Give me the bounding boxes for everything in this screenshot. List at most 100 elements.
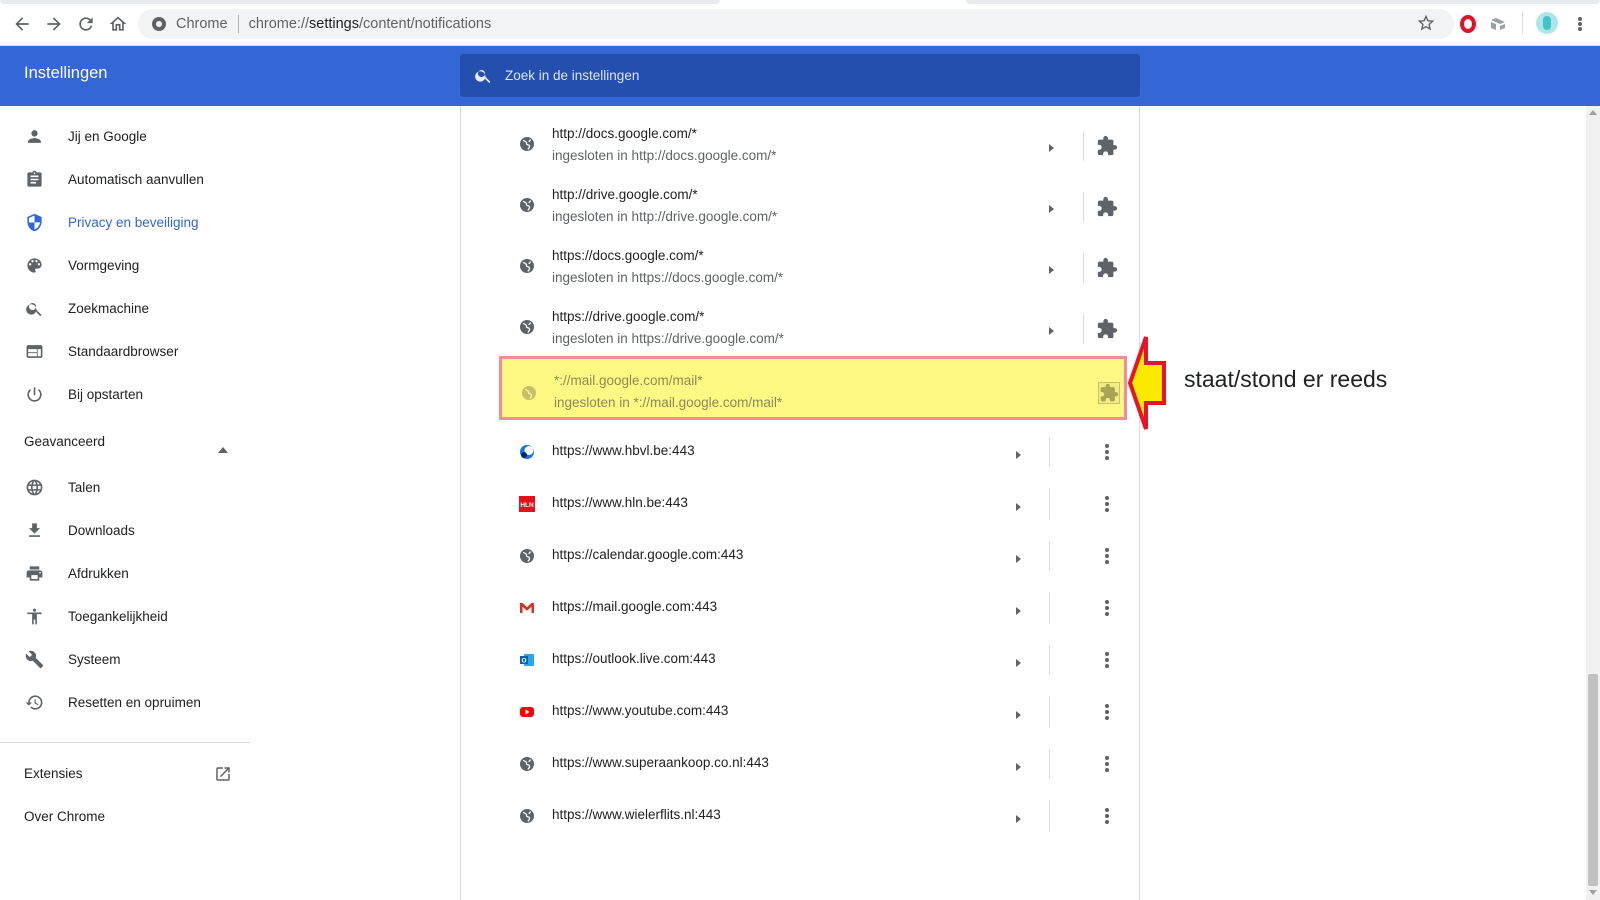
more-actions-button[interactable]	[1097, 546, 1117, 566]
toolbar-divider	[1522, 12, 1523, 34]
menu-dot	[1105, 502, 1109, 506]
sidebar-item-search-engine[interactable]: Zoekmachine	[0, 288, 250, 328]
list-item[interactable]: https://docs.google.com/* ingesloten in …	[461, 238, 1141, 298]
puzzle-extension-icon[interactable]	[1098, 382, 1120, 404]
scroll-down-arrow-icon[interactable]	[1589, 890, 1597, 895]
puzzle-extension-icon[interactable]	[1096, 257, 1118, 279]
menu-dot	[1105, 600, 1109, 604]
scroll-up-arrow-icon[interactable]	[1589, 110, 1597, 115]
profile-avatar[interactable]	[1536, 12, 1558, 34]
puzzle-extension-icon[interactable]	[1096, 318, 1118, 340]
sidebar-item-label: Toegankelijkheid	[68, 608, 168, 624]
sidebar: Jij en Google Automatisch aanvullen Priv…	[0, 106, 250, 900]
scrollbar-thumb[interactable]	[1588, 674, 1598, 886]
hbvl-icon	[519, 444, 535, 460]
site-info-icon[interactable]	[152, 17, 166, 31]
list-item[interactable]: https://www.youtube.com:443	[461, 686, 1141, 738]
expand-arrow-icon[interactable]	[1013, 811, 1023, 823]
sidebar-item-label: Talen	[68, 479, 101, 495]
search-input[interactable]	[505, 68, 1105, 83]
sidebar-item-label: Systeem	[68, 651, 121, 667]
power-icon	[24, 384, 44, 404]
sidebar-item-privacy[interactable]: Privacy en beveiliging	[0, 202, 250, 242]
sidebar-item-on-startup[interactable]: Bij opstarten	[0, 374, 250, 414]
site-url: https://docs.google.com/*	[552, 248, 704, 263]
extension-icon[interactable]	[1490, 17, 1506, 31]
more-actions-button[interactable]	[1097, 598, 1117, 618]
list-item[interactable]: http://docs.google.com/* ingesloten in h…	[461, 116, 1141, 176]
sidebar-item-system[interactable]: Systeem	[0, 639, 250, 679]
forward-button[interactable]	[41, 11, 67, 37]
collapse-arrow-icon[interactable]	[218, 440, 228, 453]
more-actions-button[interactable]	[1097, 754, 1117, 774]
row-divider	[1049, 749, 1050, 779]
sidebar-item-printing[interactable]: Afdrukken	[0, 553, 250, 593]
expand-arrow-icon[interactable]	[1046, 262, 1056, 274]
site-embedded-text: ingesloten in http://docs.google.com/*	[552, 148, 777, 163]
opera-extension-icon[interactable]	[1460, 15, 1476, 33]
sidebar-item-extensions[interactable]: Extensies	[24, 766, 83, 781]
sidebar-item-you-and-google[interactable]: Jij en Google	[0, 116, 250, 156]
menu-dot	[1578, 16, 1582, 21]
expand-arrow-icon[interactable]	[1013, 551, 1023, 563]
sidebar-item-languages[interactable]: Talen	[0, 467, 250, 507]
sidebar-item-reset[interactable]: Resetten en opruimen	[0, 682, 250, 722]
home-button[interactable]	[105, 11, 131, 37]
expand-arrow-icon[interactable]	[1013, 707, 1023, 719]
advanced-heading[interactable]: Geavanceerd	[24, 434, 105, 449]
more-actions-button[interactable]	[1097, 650, 1117, 670]
more-actions-button[interactable]	[1097, 494, 1117, 514]
reload-button[interactable]	[73, 11, 99, 37]
download-icon	[24, 520, 44, 540]
list-item[interactable]: https://mail.google.com:443	[461, 582, 1141, 634]
settings-search[interactable]	[460, 54, 1140, 97]
highlighted-site-row[interactable]: *://mail.google.com/mail* ingesloten in …	[499, 356, 1127, 420]
list-item[interactable]: O https://outlook.live.com:443	[461, 634, 1141, 686]
sidebar-item-default-browser[interactable]: Standaardbrowser	[0, 331, 250, 371]
accessibility-icon	[24, 606, 44, 626]
list-item[interactable]: https://www.wielerflits.nl:443	[461, 790, 1141, 842]
puzzle-extension-icon[interactable]	[1096, 135, 1118, 157]
expand-arrow-icon[interactable]	[1013, 447, 1023, 459]
more-actions-button[interactable]	[1097, 442, 1117, 462]
star-icon	[1417, 14, 1435, 31]
more-actions-button[interactable]	[1097, 702, 1117, 722]
sidebar-item-about-chrome[interactable]: Over Chrome	[24, 809, 105, 824]
sidebar-item-label: Jij en Google	[68, 128, 147, 144]
menu-dot	[1105, 808, 1109, 812]
list-item[interactable]: https://calendar.google.com:443	[461, 530, 1141, 582]
globe-icon	[521, 385, 537, 401]
expand-arrow-icon[interactable]	[1046, 201, 1056, 213]
palette-icon	[24, 255, 44, 275]
list-item[interactable]: https://www.superaankoop.co.nl:443	[461, 738, 1141, 790]
sidebar-item-label: Vormgeving	[68, 257, 140, 273]
expand-arrow-icon[interactable]	[1046, 323, 1056, 335]
list-item[interactable]: https://www.hbvl.be:443	[461, 426, 1141, 478]
sidebar-item-autofill[interactable]: Automatisch aanvullen	[0, 159, 250, 199]
list-item[interactable]: https://drive.google.com/* ingesloten in…	[461, 299, 1141, 359]
page-scrollbar[interactable]	[1586, 106, 1600, 900]
back-button[interactable]	[9, 11, 35, 37]
expand-arrow-icon[interactable]	[1013, 603, 1023, 615]
open-in-new-icon[interactable]	[214, 765, 232, 783]
puzzle-extension-icon[interactable]	[1096, 196, 1118, 218]
chrome-menu-button[interactable]	[1570, 13, 1590, 35]
expand-arrow-icon[interactable]	[1013, 499, 1023, 511]
expand-arrow-icon[interactable]	[1046, 140, 1056, 152]
sidebar-divider	[0, 742, 250, 743]
address-bar[interactable]: Chrome chrome://settings/content/notific…	[138, 9, 1454, 39]
menu-dot	[1105, 820, 1109, 824]
menu-dot	[1105, 456, 1109, 460]
expand-arrow-icon[interactable]	[1013, 759, 1023, 771]
list-item[interactable]: HLN https://www.hln.be:443	[461, 478, 1141, 530]
site-embedded-text: ingesloten in *://mail.google.com/mail*	[554, 395, 783, 410]
more-actions-button[interactable]	[1097, 806, 1117, 826]
sidebar-item-accessibility[interactable]: Toegankelijkheid	[0, 596, 250, 636]
expand-arrow-icon[interactable]	[1013, 655, 1023, 667]
sidebar-item-appearance[interactable]: Vormgeving	[0, 245, 250, 285]
sidebar-item-downloads[interactable]: Downloads	[0, 510, 250, 550]
list-item[interactable]: http://drive.google.com/* ingesloten in …	[461, 177, 1141, 237]
sidebar-item-label: Standaardbrowser	[68, 343, 179, 359]
menu-dot	[1105, 612, 1109, 616]
bookmark-star-button[interactable]	[1416, 13, 1438, 35]
